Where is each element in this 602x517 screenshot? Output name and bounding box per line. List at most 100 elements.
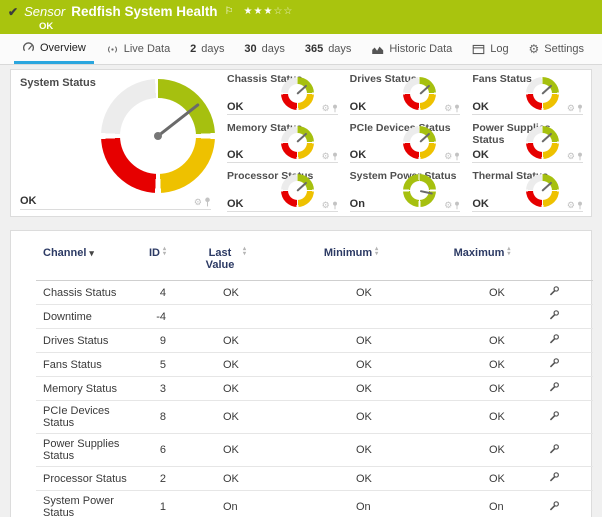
channel-id-cell: 6 (131, 434, 166, 467)
tab-historic-data[interactable]: Historic Data (363, 34, 460, 64)
gauge-value: OK (472, 198, 489, 210)
column-header-channel[interactable]: Channel▾ (36, 241, 131, 281)
system-status-gauge-block[interactable]: System Status OK ⚙ (11, 70, 223, 216)
gear-icon[interactable]: ⚙ (444, 104, 452, 113)
channel-table: Channel▾ ID▴▾ Last Value▴▾ Minimum▴▾ Max… (36, 241, 593, 517)
gauge-value: On (350, 198, 365, 210)
table-row: System Power Status 1 On On On (36, 491, 593, 517)
channel-name-cell: Drives Status (36, 329, 131, 353)
pin-icon[interactable] (454, 104, 460, 113)
tab-bar: Overview Live Data 2 days 30 days 365 da… (0, 34, 602, 65)
maximum-cell: OK (422, 353, 542, 377)
tab-365-days[interactable]: 365 days (297, 34, 360, 64)
table-header-row: Channel▾ ID▴▾ Last Value▴▾ Minimum▴▾ Max… (36, 241, 593, 281)
sort-icon: ▴▾ (163, 247, 166, 257)
pin-icon[interactable] (577, 104, 583, 113)
maximum-cell: OK (422, 467, 542, 491)
channel-settings-wrench-icon[interactable] (548, 500, 560, 515)
gear-icon[interactable]: ⚙ (444, 152, 452, 161)
table-row: Downtime -4 (36, 305, 593, 329)
gear-icon[interactable]: ⚙ (567, 201, 575, 210)
channel-id-cell: -4 (131, 305, 166, 329)
minimum-cell: OK (280, 377, 422, 401)
gauge-cell-chassis-status[interactable]: Chassis Status OK ⚙ (223, 70, 346, 119)
channel-id-cell: 8 (131, 401, 166, 434)
gauge-cell-power-supplies-status[interactable]: Power Supplies Status OK ⚙ (468, 119, 591, 168)
channel-name-cell: Power Supplies Status (36, 434, 131, 467)
table-row: Power Supplies Status 6 OK OK OK (36, 434, 593, 467)
gauge-cell-drives-status[interactable]: Drives Status OK ⚙ (346, 70, 469, 119)
column-header-maximum[interactable]: Maximum▴▾ (422, 241, 542, 281)
pin-icon[interactable] (577, 201, 583, 210)
channel-settings-wrench-icon[interactable] (548, 410, 560, 425)
tab-30-days[interactable]: 30 days (236, 34, 293, 64)
channel-settings-wrench-icon[interactable] (548, 309, 560, 324)
tab-overview[interactable]: Overview (14, 34, 94, 64)
gear-icon[interactable]: ⚙ (322, 201, 330, 210)
tab-2-days[interactable]: 2 days (182, 34, 232, 64)
tab-label: Historic Data (389, 43, 452, 55)
pin-icon[interactable] (454, 201, 460, 210)
column-header-id[interactable]: ID▴▾ (131, 241, 166, 281)
last-value-cell: OK (166, 281, 280, 305)
system-status-panel: System Status OK ⚙ Chassis Status OK ⚙ (10, 69, 592, 217)
maximum-cell (422, 305, 542, 329)
broadcast-icon (106, 43, 119, 56)
priority-stars[interactable]: ★★★☆☆ (244, 4, 294, 20)
gear-icon[interactable]: ⚙ (567, 152, 575, 161)
gear-icon[interactable]: ⚙ (567, 104, 575, 113)
gauge-cell-pcie-devices-status[interactable]: PCIe Devices Status OK ⚙ (346, 119, 469, 168)
table-row: PCIe Devices Status 8 OK OK OK (36, 401, 593, 434)
pin-icon[interactable] (577, 152, 583, 161)
channel-settings-wrench-icon[interactable] (548, 357, 560, 372)
sensor-header-bar: ✔ Sensor Redfish System Health ⚐ ★★★☆☆ O… (0, 0, 602, 34)
gauge-title: Thermal Status (472, 170, 583, 182)
gear-icon[interactable]: ⚙ (194, 198, 202, 207)
sensor-status-text: OK (39, 21, 592, 32)
pin-icon[interactable] (332, 201, 338, 210)
gauge-cell-system-power-status[interactable]: System Power Status On ⚙ (346, 167, 469, 216)
gauge-value: OK (350, 101, 367, 113)
channel-settings-wrench-icon[interactable] (548, 443, 560, 458)
table-row: Drives Status 9 OK OK OK (36, 329, 593, 353)
gauge-cell-processor-status[interactable]: Processor Status OK ⚙ (223, 167, 346, 216)
gauge-value: OK (20, 195, 37, 207)
column-header-last-value[interactable]: Last Value▴▾ (166, 241, 280, 281)
gear-icon[interactable]: ⚙ (322, 152, 330, 161)
tab-live-data[interactable]: Live Data (98, 34, 178, 64)
channel-settings-wrench-icon[interactable] (548, 285, 560, 300)
gauge-value: OK (472, 101, 489, 113)
gear-icon[interactable]: ⚙ (322, 104, 330, 113)
tab-settings[interactable]: ⚙ Settings (520, 34, 592, 64)
gear-icon[interactable]: ⚙ (444, 201, 452, 210)
gauge-title: Chassis Status (227, 73, 338, 85)
channel-settings-wrench-icon[interactable] (548, 381, 560, 396)
minimum-cell: OK (280, 401, 422, 434)
column-header-minimum[interactable]: Minimum▴▾ (280, 241, 422, 281)
gauge-cell-thermal-status[interactable]: Thermal Status OK ⚙ (468, 167, 591, 216)
sort-desc-icon: ▾ (89, 248, 94, 258)
last-value-cell: OK (166, 401, 280, 434)
gauge-cell-fans-status[interactable]: Fans Status OK ⚙ (468, 70, 591, 119)
tab-number: 2 (190, 43, 196, 55)
chart-icon (371, 43, 384, 56)
pin-icon[interactable] (204, 197, 211, 207)
last-value-cell: OK (166, 353, 280, 377)
table-row: Fans Status 5 OK OK OK (36, 353, 593, 377)
page-title: Redfish System Health (71, 4, 217, 20)
pin-icon[interactable] (332, 104, 338, 113)
channel-settings-wrench-icon[interactable] (548, 471, 560, 486)
channel-name-cell: PCIe Devices Status (36, 401, 131, 434)
minimum-cell: OK (280, 467, 422, 491)
system-status-gauge (101, 79, 215, 193)
tab-log[interactable]: Log (464, 34, 516, 64)
object-kind-label: Sensor (24, 4, 65, 20)
maximum-cell: OK (422, 401, 542, 434)
table-row: Chassis Status 4 OK OK OK (36, 281, 593, 305)
pin-icon[interactable] (454, 152, 460, 161)
channel-settings-wrench-icon[interactable] (548, 333, 560, 348)
priority-flag-icon[interactable]: ⚐ (225, 4, 234, 20)
pin-icon[interactable] (332, 152, 338, 161)
table-row: Processor Status 2 OK OK OK (36, 467, 593, 491)
gauge-cell-memory-status[interactable]: Memory Status OK ⚙ (223, 119, 346, 168)
